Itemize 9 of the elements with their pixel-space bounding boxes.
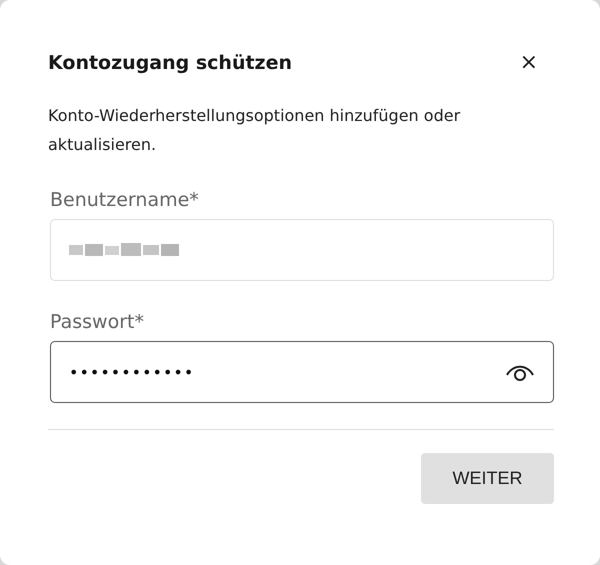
dialog-title: Kontozugang schützen [48,52,292,74]
field-label: Passwort* [50,311,145,333]
continue-button[interactable]: WEITER [421,453,554,504]
password-value: •••••••••••• [69,362,196,382]
close-button[interactable]: × [512,50,554,75]
username-field[interactable] [50,219,554,281]
field-label: Benutzername* [50,189,200,211]
password-field[interactable]: •••••••••••• [50,341,554,403]
dialog-description: Konto-Wiederherstellungsoptionen hinzufügen oder aktualisieren. [48,105,462,156]
